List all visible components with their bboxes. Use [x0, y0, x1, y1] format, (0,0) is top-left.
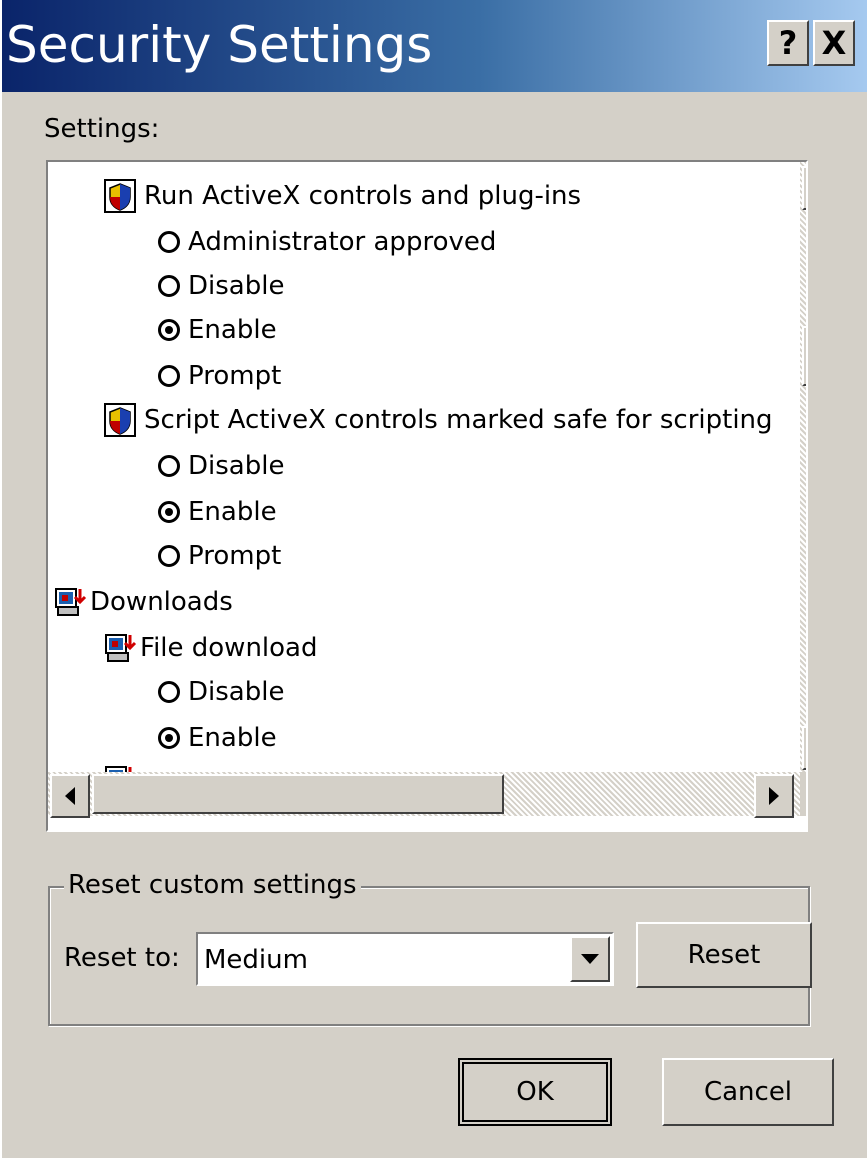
list-item-partial — [104, 758, 138, 772]
reset-button[interactable]: Reset — [636, 922, 812, 988]
download-icon — [104, 763, 138, 772]
list-item-option[interactable]: Enable — [158, 490, 277, 534]
radio-button[interactable] — [158, 681, 180, 703]
option-label: Disable — [188, 451, 285, 481]
settings-label: Settings: — [44, 114, 160, 144]
scroll-up-button[interactable] — [802, 166, 806, 210]
radio-button[interactable] — [158, 365, 180, 387]
list-item-group[interactable]: Run ActiveX controls and plug-ins — [104, 174, 581, 218]
help-icon: ? — [778, 24, 798, 62]
list-item-option[interactable]: Prompt — [158, 354, 281, 398]
category-label: Downloads — [90, 587, 233, 617]
list-item-option[interactable]: Disable — [158, 670, 284, 714]
close-button[interactable]: X — [813, 20, 855, 66]
list-item-option[interactable]: Enable — [158, 308, 277, 352]
list-item-option[interactable]: Enable — [158, 716, 277, 760]
cancel-button[interactable]: Cancel — [662, 1058, 834, 1126]
help-button[interactable]: ? — [767, 20, 809, 66]
radio-button[interactable] — [158, 455, 180, 477]
option-label: Disable — [188, 677, 285, 707]
list-item-option[interactable]: Prompt — [158, 534, 281, 578]
list-item-option[interactable]: Disable — [158, 444, 284, 488]
reset-level-value: Medium — [204, 945, 308, 975]
setting-label: Run ActiveX controls and plug-ins — [144, 181, 582, 211]
download-icon — [54, 585, 88, 619]
option-label: Enable — [188, 723, 277, 753]
radio-button[interactable] — [158, 545, 180, 567]
option-label: Enable — [188, 497, 277, 527]
settings-list-content: Run ActiveX controls and plug-ins Admini… — [48, 162, 800, 772]
radio-button-selected[interactable] — [158, 501, 180, 523]
security-settings-dialog: Security Settings ? X Settings: Run Acti… — [0, 0, 867, 1158]
radio-button-selected[interactable] — [158, 319, 180, 341]
scroll-right-button[interactable] — [754, 774, 794, 818]
scroll-left-button[interactable] — [50, 774, 90, 818]
horizontal-scrollbar[interactable] — [48, 772, 800, 818]
setting-label: Script ActiveX controls marked safe for … — [144, 405, 773, 435]
option-label: Prompt — [188, 541, 282, 571]
scroll-down-button[interactable] — [802, 726, 806, 770]
radio-button[interactable] — [158, 231, 180, 253]
radio-button[interactable] — [158, 275, 180, 297]
setting-label: File download — [140, 633, 318, 663]
vertical-scroll-thumb[interactable] — [802, 326, 806, 386]
reset-group-legend: Reset custom settings — [64, 868, 361, 902]
arrow-left-icon — [65, 787, 75, 805]
reset-to-label: Reset to: — [64, 943, 180, 973]
scrollbar-corner — [800, 772, 806, 816]
list-item-option[interactable]: Administrator approved — [158, 220, 496, 264]
horizontal-scroll-thumb[interactable] — [92, 774, 504, 814]
list-item-option[interactable]: Disable — [158, 264, 284, 308]
vertical-scrollbar[interactable] — [800, 162, 806, 772]
option-label: Enable — [188, 315, 277, 345]
list-item-group[interactable]: File download — [104, 626, 318, 670]
window-title: Security Settings — [6, 16, 433, 74]
arrow-right-icon — [769, 787, 779, 805]
ok-button[interactable]: OK — [458, 1058, 612, 1126]
list-item-category[interactable]: Downloads — [54, 580, 233, 624]
download-icon — [104, 631, 138, 665]
shield-icon — [104, 179, 136, 213]
reset-level-select[interactable]: Medium — [196, 932, 614, 986]
radio-button-selected[interactable] — [158, 727, 180, 749]
dropdown-button[interactable] — [570, 936, 610, 982]
title-bar[interactable]: Security Settings ? X — [2, 0, 867, 92]
shield-icon — [104, 403, 136, 437]
option-label: Disable — [188, 271, 285, 301]
list-item-group[interactable]: Script ActiveX controls marked safe for … — [104, 398, 773, 442]
option-label: Prompt — [188, 361, 282, 391]
chevron-down-icon — [581, 954, 599, 964]
settings-list[interactable]: Run ActiveX controls and plug-ins Admini… — [46, 160, 808, 832]
close-icon: X — [821, 24, 847, 62]
option-label: Administrator approved — [188, 227, 497, 257]
